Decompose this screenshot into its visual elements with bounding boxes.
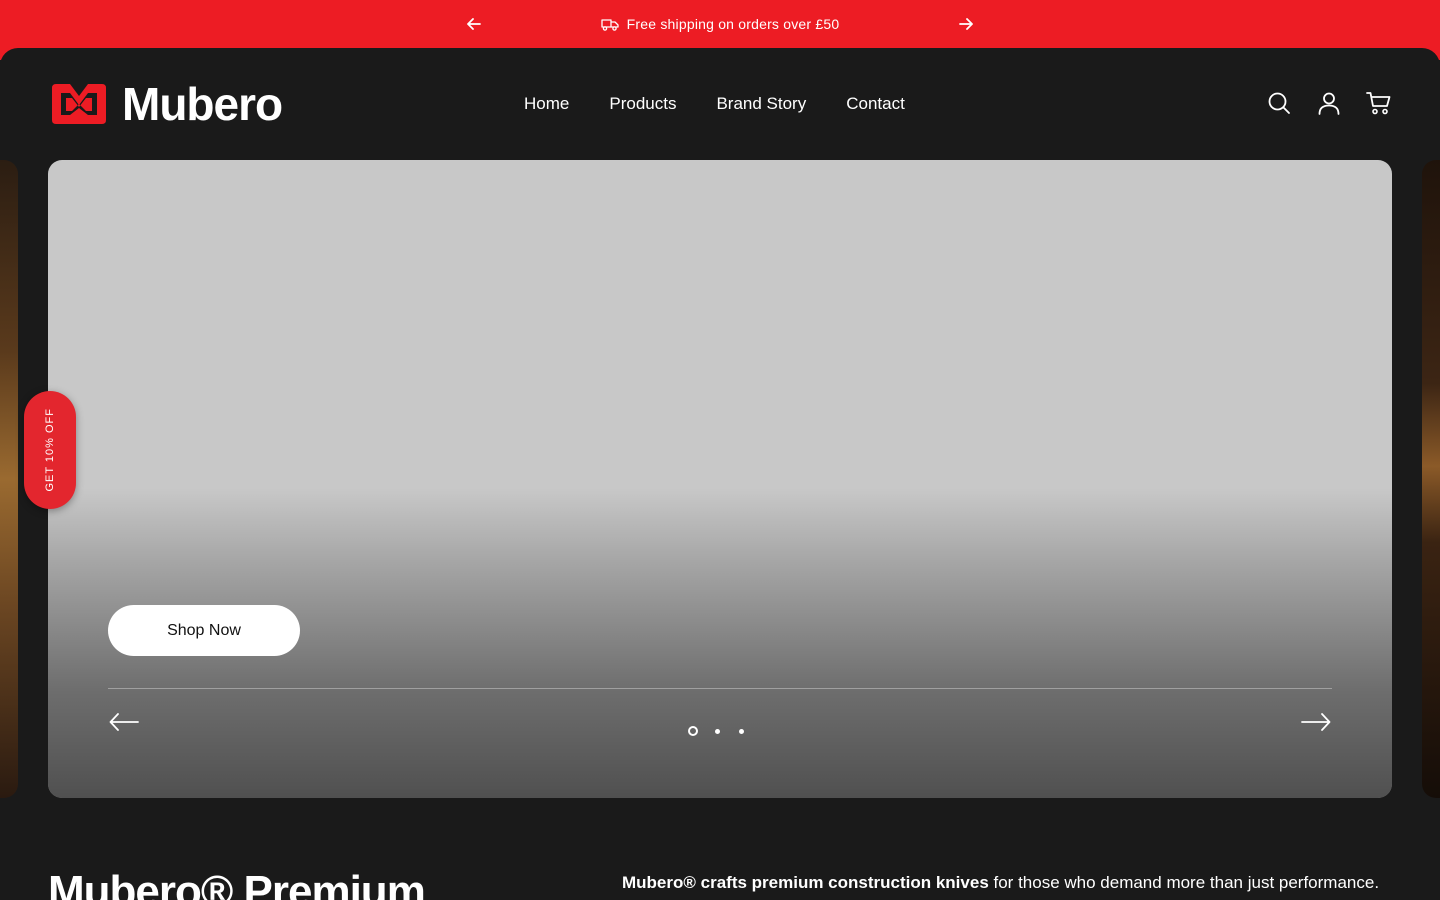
announcement-bar: Free shipping on orders over £50 xyxy=(0,0,1440,48)
cart-icon xyxy=(1366,92,1391,115)
shop-now-button[interactable]: Shop Now xyxy=(108,605,300,656)
hero-prev-button[interactable] xyxy=(108,710,140,734)
account-button[interactable] xyxy=(1316,90,1342,116)
intro-lead-bold: Mubero® crafts premium construction kniv… xyxy=(622,873,989,892)
next-slide-peek xyxy=(1422,160,1440,798)
hero-next-button[interactable] xyxy=(1300,710,1332,734)
hero-slide: Shop Now xyxy=(48,160,1392,798)
nav-item-brand-story[interactable]: Brand Story xyxy=(716,92,806,116)
section-title: Mubero® Premium xyxy=(48,867,426,900)
section-intro: Mubero® crafts premium construction kniv… xyxy=(622,872,1402,894)
discount-tab-label: GET 10% OFF xyxy=(44,408,56,492)
logo-link[interactable]: Mubero xyxy=(50,78,283,130)
announcement-message: Free shipping on orders over £50 xyxy=(601,16,840,32)
truck-icon xyxy=(601,19,619,31)
arrow-right-icon xyxy=(1301,713,1331,731)
slide-pagination xyxy=(688,726,746,736)
arrow-left-icon xyxy=(467,18,481,30)
discount-tab[interactable]: GET 10% OFF xyxy=(24,391,76,509)
site-header: Mubero Home Products Brand Story Contact xyxy=(0,48,1440,160)
cart-button[interactable] xyxy=(1366,90,1392,116)
header-actions xyxy=(1266,90,1392,116)
intro-lead-rest: for those who demand more than just perf… xyxy=(988,873,1380,892)
account-icon xyxy=(1318,92,1340,115)
mubero-m-logo-icon xyxy=(52,84,106,124)
arrow-left-icon xyxy=(109,713,139,731)
nav-item-products[interactable]: Products xyxy=(609,92,676,116)
slide-dot-3[interactable] xyxy=(736,726,746,736)
nav-item-contact[interactable]: Contact xyxy=(846,92,905,116)
arrow-right-icon xyxy=(959,18,973,30)
search-button[interactable] xyxy=(1266,90,1292,116)
search-icon xyxy=(1268,92,1290,114)
slide-dot-1[interactable] xyxy=(688,726,698,736)
announcement-prev-button[interactable] xyxy=(462,12,486,36)
announcement-next-button[interactable] xyxy=(954,12,978,36)
announcement-text: Free shipping on orders over £50 xyxy=(626,16,840,32)
previous-slide-peek xyxy=(0,160,18,798)
slide-dot-2[interactable] xyxy=(712,726,722,736)
main-nav: Home Products Brand Story Contact xyxy=(524,92,905,116)
hero-divider xyxy=(108,688,1332,689)
logo-wordmark: Mubero xyxy=(122,78,283,130)
nav-item-home[interactable]: Home xyxy=(524,92,569,116)
